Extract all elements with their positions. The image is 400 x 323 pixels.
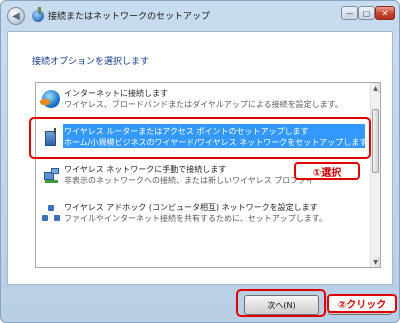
option-title: ワイヤレス ネットワークに手動で接続します — [64, 165, 227, 174]
network-icon — [42, 166, 60, 184]
click-highlight-box — [236, 289, 326, 317]
globe-icon — [40, 90, 60, 108]
option-title: ワイヤレス アドホック (コンピュータ相互) ネットワークを設定します — [64, 203, 318, 212]
adhoc-network-icon — [42, 204, 60, 222]
list-scrollbar[interactable]: ▲ ▼ — [370, 83, 380, 267]
minimize-button[interactable]: — — [341, 6, 358, 20]
close-button[interactable]: ✕ — [375, 6, 395, 20]
scroll-thumb[interactable] — [372, 109, 379, 173]
option-description: 非表示のネットワークへの接続、または新しいワイヤレス プロファイ — [64, 176, 315, 185]
option-description: ファイルやインターネット接続を共有するために、セットアップします。 — [64, 214, 327, 223]
option-adhoc-network[interactable]: ワイヤレス アドホック (コンピュータ相互) ネットワークを設定します ファイル… — [36, 197, 371, 237]
title-bar: ◀ 接続またはネットワークのセットアップ — ▢ ✕ — [1, 1, 399, 31]
maximize-button[interactable]: ▢ — [358, 6, 375, 20]
option-title: インターネットに接続します — [64, 89, 168, 98]
window-title: 接続またはネットワークのセットアップ — [48, 12, 211, 22]
option-description: ワイヤレス、ブロードバンドまたはダイヤルアップによる接続を設定します。 — [64, 100, 343, 109]
network-setup-icon — [32, 7, 44, 22]
scroll-up-arrow-icon[interactable]: ▲ — [371, 83, 380, 93]
scroll-down-arrow-icon[interactable]: ▼ — [371, 257, 380, 267]
back-button[interactable]: ◀ — [7, 7, 25, 25]
page-heading: 接続オプションを選択します — [32, 57, 150, 67]
select-highlight-box — [29, 117, 371, 159]
back-arrow-icon: ◀ — [12, 10, 20, 22]
step2-click-label: ②クリック — [327, 294, 397, 313]
step1-select-label: ①選択 — [294, 162, 360, 180]
